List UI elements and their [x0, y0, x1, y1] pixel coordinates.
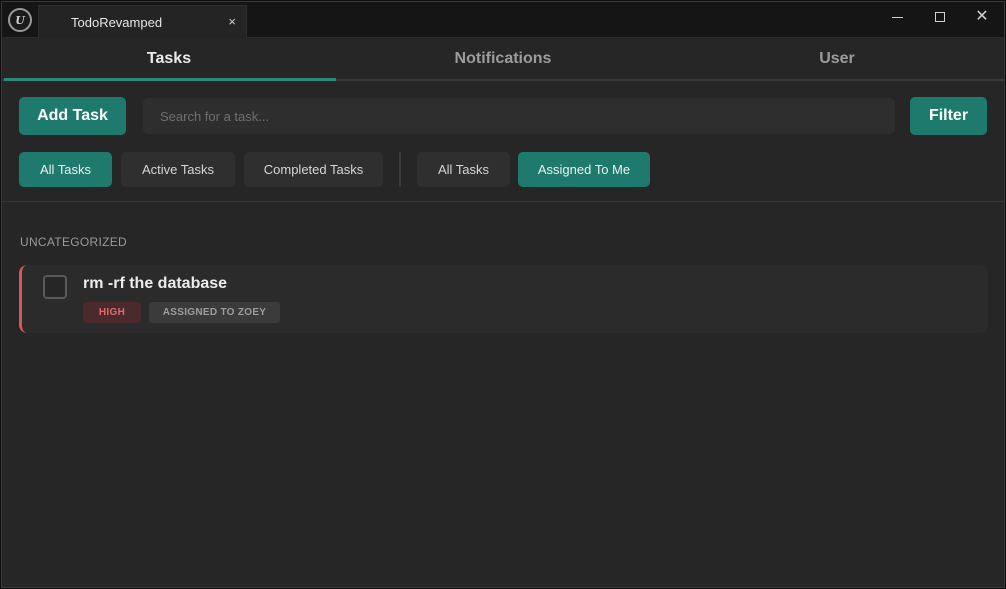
priority-badge: HIGH: [83, 302, 141, 323]
filter-assignment-all[interactable]: All Tasks: [417, 152, 510, 187]
filter-assigned-to-me[interactable]: Assigned To Me: [518, 152, 650, 187]
task-complete-checkbox[interactable]: [43, 275, 67, 299]
task-toolbar: Add Task Search for a task... Filter All…: [2, 82, 1004, 202]
tab-tasks[interactable]: Tasks: [2, 38, 336, 81]
task-title: rm -rf the database: [83, 275, 228, 292]
maximize-button[interactable]: [922, 6, 958, 28]
section-heading: UNCATEGORIZED: [20, 235, 128, 249]
document-tab[interactable]: TodoRevamped ×: [38, 5, 247, 38]
filter-all-tasks[interactable]: All Tasks: [19, 152, 112, 187]
filter-divider: [399, 152, 401, 187]
title-bar: U TodoRevamped × ✕: [2, 2, 1004, 38]
close-icon: ✕: [975, 8, 989, 25]
close-window-button[interactable]: ✕: [964, 6, 1000, 28]
main-tab-bar: Tasks Notifications User: [2, 38, 1004, 81]
filter-button[interactable]: Filter: [910, 97, 987, 135]
search-input[interactable]: Search for a task...: [143, 98, 895, 134]
tab-notifications[interactable]: Notifications: [336, 38, 670, 79]
assignee-badge: ASSIGNED TO ZOEY: [149, 302, 280, 323]
maximize-icon: [935, 12, 945, 22]
minimize-icon: [891, 16, 903, 18]
unreal-logo-icon: U: [8, 8, 32, 32]
minimize-button[interactable]: [879, 6, 915, 28]
filter-active-tasks[interactable]: Active Tasks: [121, 152, 235, 187]
task-card[interactable]: rm -rf the database HIGH ASSIGNED TO ZOE…: [19, 265, 988, 333]
add-task-button[interactable]: Add Task: [19, 97, 126, 135]
tab-user[interactable]: User: [670, 38, 1004, 79]
filter-completed-tasks[interactable]: Completed Tasks: [244, 152, 383, 187]
search-placeholder: Search for a task...: [160, 108, 270, 124]
app-window: U TodoRevamped × ✕ Tasks Notifications U…: [1, 1, 1005, 588]
tab-close-icon[interactable]: ×: [228, 14, 236, 29]
document-tab-title: TodoRevamped: [71, 15, 163, 30]
